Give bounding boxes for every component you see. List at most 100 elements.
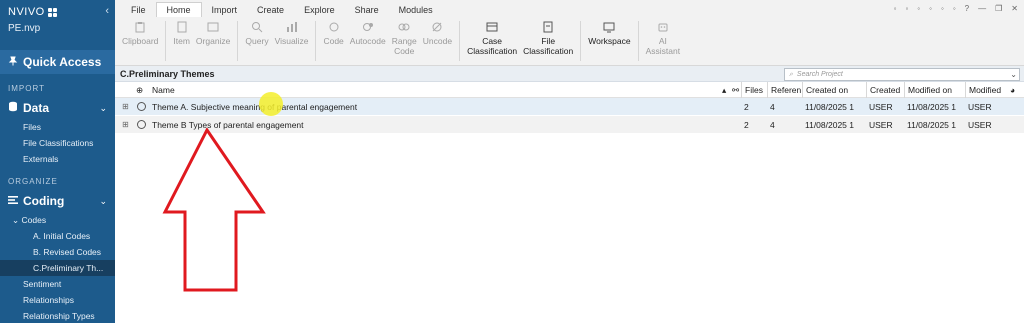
- tab-modules[interactable]: Modules: [389, 3, 443, 17]
- quick-toolbar-icon[interactable]: ◦: [917, 4, 920, 13]
- column-references[interactable]: Referen: [767, 82, 802, 98]
- ai-assistant-icon: [656, 21, 670, 33]
- autocode-label: Autocode: [349, 36, 386, 46]
- quick-toolbar-icon[interactable]: ◦: [929, 4, 932, 13]
- sidebar-item-sentiment[interactable]: Sentiment: [0, 276, 115, 292]
- column-modified-by[interactable]: Modified: [965, 82, 1007, 98]
- sidebar-item-relationships[interactable]: Relationships: [0, 292, 115, 308]
- close-icon[interactable]: ✕: [1011, 4, 1018, 13]
- sidebar-item-codes[interactable]: ⌄ Codes: [0, 212, 115, 228]
- add-column-icon[interactable]: ⊕: [133, 82, 149, 98]
- tab-share[interactable]: Share: [345, 3, 389, 17]
- organize-section-label: ORGANIZE: [8, 177, 58, 186]
- case-classification-label-2: Classification: [467, 46, 518, 56]
- sidebar-item-relationship-types[interactable]: Relationship Types: [0, 308, 115, 324]
- sidebar-item-externals[interactable]: Externals: [0, 151, 115, 167]
- file-classification-icon: [541, 21, 555, 33]
- search-input[interactable]: ⌕ Search Project ⌄: [784, 68, 1020, 81]
- minimize-icon[interactable]: —: [978, 4, 986, 13]
- range-code-label-2: Code: [394, 46, 415, 56]
- tab-home[interactable]: Home: [155, 2, 202, 17]
- logo-dots-icon: [47, 7, 57, 17]
- coding-group-toggle[interactable]: Coding ⌄: [0, 190, 115, 212]
- case-classification-button[interactable]: Case Classification: [464, 21, 520, 56]
- visualize-button[interactable]: Visualize: [272, 21, 312, 46]
- column-name[interactable]: Name: [149, 82, 719, 98]
- query-label: Query: [245, 36, 269, 46]
- table-header: ⊕ Name ▴ ⚯ Files Referen Created on Crea…: [115, 82, 1024, 98]
- clipboard-button[interactable]: Clipboard: [119, 21, 161, 46]
- ai-assistant-button[interactable]: AI Assistant: [643, 21, 684, 56]
- expand-icon[interactable]: ⊞: [119, 116, 131, 133]
- visualize-label: Visualize: [274, 36, 309, 46]
- column-files[interactable]: Files: [741, 82, 767, 98]
- red-up-arrow-annotation: [162, 128, 266, 292]
- row-created-by: USER: [869, 119, 893, 130]
- sidebar-item-initial-codes[interactable]: A. Initial Codes: [0, 228, 115, 244]
- column-created-on[interactable]: Created on: [802, 82, 866, 98]
- item-button[interactable]: Item: [170, 21, 193, 46]
- query-button[interactable]: Query: [242, 21, 271, 46]
- quick-toolbar-icon[interactable]: ◦: [953, 4, 956, 13]
- sidebar-item-preliminary-themes[interactable]: C.Preliminary Th...: [0, 260, 115, 276]
- ribbon-toolbar: Clipboard Item Organize Query Visualize …: [115, 17, 1024, 66]
- uncode-button[interactable]: Uncode: [420, 21, 455, 46]
- chevron-down-icon: ⌄: [99, 195, 107, 206]
- workspace-label: Workspace: [588, 36, 631, 46]
- autocode-button[interactable]: Autocode: [347, 21, 389, 46]
- chevron-down-icon[interactable]: ⌄: [1010, 70, 1017, 79]
- window-controls: ◦ ◦ ◦ ◦ ◦ ◦ ? — ❐ ✕: [894, 4, 1018, 13]
- collapse-sidebar-icon[interactable]: ‹: [105, 5, 109, 17]
- item-label: Item: [173, 36, 190, 46]
- row-modified-by: USER: [968, 101, 992, 112]
- data-group-toggle[interactable]: Data ⌄: [0, 97, 115, 119]
- case-classification-label-1: Case: [482, 36, 503, 46]
- workspace-icon: [602, 21, 616, 33]
- chevron-down-icon: ⌄: [12, 215, 20, 225]
- range-code-label-1: Range: [391, 36, 417, 46]
- tab-explore[interactable]: Explore: [294, 3, 345, 17]
- expand-icon[interactable]: ⊞: [119, 98, 131, 115]
- sidebar-item-files[interactable]: Files: [0, 119, 115, 135]
- row-files: 2: [744, 101, 749, 112]
- tab-import[interactable]: Import: [202, 3, 248, 17]
- organize-button[interactable]: Organize: [193, 21, 234, 46]
- row-created-on: 11/08/2025 1: [805, 101, 854, 112]
- detail-view-header: C.Preliminary Themes ⌕ Search Project ⌄: [115, 66, 1024, 82]
- code-button[interactable]: Code: [320, 21, 346, 46]
- help-icon[interactable]: ?: [965, 4, 969, 13]
- sidebar-header: NVIVO ‹ PE.nvp: [0, 0, 115, 50]
- divider: [315, 21, 317, 61]
- column-options-icon[interactable]: ◕: [1007, 82, 1019, 98]
- quick-access-button[interactable]: Quick Access: [0, 50, 115, 74]
- range-code-icon: [397, 21, 411, 33]
- quick-toolbar-icon[interactable]: ◦: [905, 4, 908, 13]
- column-name-label: Name: [152, 85, 175, 95]
- data-group-label: Data: [23, 101, 50, 115]
- table-row[interactable]: ⊞ Theme A. Subjective meaning of parenta…: [115, 98, 1024, 115]
- sort-up-icon[interactable]: ▴: [719, 82, 729, 98]
- range-code-button[interactable]: Range Code: [389, 21, 420, 56]
- quick-toolbar-icon[interactable]: ◦: [941, 4, 944, 13]
- quick-toolbar-icon[interactable]: ◦: [894, 4, 897, 13]
- column-created-by[interactable]: Created: [866, 82, 904, 98]
- visualize-icon: [285, 21, 299, 33]
- quick-access-label: Quick Access: [23, 55, 102, 69]
- uncode-label: Uncode: [422, 36, 453, 46]
- row-modified-by: USER: [968, 119, 992, 130]
- tab-create[interactable]: Create: [247, 3, 294, 17]
- tab-file[interactable]: File: [121, 3, 156, 17]
- column-modified-on[interactable]: Modified on: [904, 82, 965, 98]
- navigation-sidebar: NVIVO ‹ PE.nvp Quick Access IMPORT Data …: [0, 0, 115, 323]
- project-file-name: PE.nvp: [8, 23, 41, 34]
- workspace-button[interactable]: Workspace: [585, 21, 633, 46]
- sidebar-item-file-classifications[interactable]: File Classifications: [0, 135, 115, 151]
- file-classification-button[interactable]: File Classification: [520, 21, 576, 56]
- row-created-by: USER: [869, 101, 893, 112]
- divider: [237, 21, 239, 61]
- row-name[interactable]: Theme A. Subjective meaning of parental …: [149, 98, 719, 115]
- restore-icon[interactable]: ❐: [995, 4, 1002, 13]
- sidebar-item-revised-codes[interactable]: B. Revised Codes: [0, 244, 115, 260]
- code-circle-icon: [134, 98, 148, 115]
- chevron-down-icon: ⌄: [99, 102, 107, 113]
